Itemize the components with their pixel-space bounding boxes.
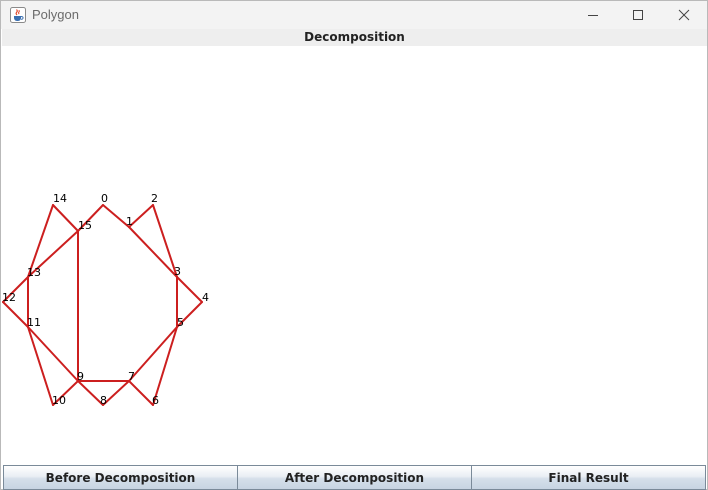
polygon-edge-6-7: [128, 380, 154, 406]
vertex-label-3: 3: [174, 265, 181, 278]
polygon-drawing: 0123456789101112131415: [2, 192, 209, 407]
java-cup-icon: [10, 7, 26, 23]
maximize-button[interactable]: [615, 1, 661, 29]
polygon-edge-10-11: [27, 326, 54, 406]
vertex-label-4: 4: [202, 291, 209, 304]
action-button-bar: Before Decomposition After Decomposition…: [3, 465, 707, 490]
vertex-label-11: 11: [27, 316, 41, 329]
vertex-label-14: 14: [53, 192, 67, 205]
final-result-button[interactable]: Final Result: [471, 465, 706, 490]
vertex-label-0: 0: [101, 192, 108, 205]
panel-title-bar: Decomposition: [2, 29, 707, 46]
vertex-label-5: 5: [177, 316, 184, 329]
vertex-label-1: 1: [126, 215, 133, 228]
title-bar[interactable]: Polygon: [1, 1, 707, 29]
polygon-edge-3-4: [176, 276, 203, 303]
polygon-edge-9-11: [27, 326, 79, 382]
minimize-button[interactable]: [570, 1, 616, 29]
vertex-label-12: 12: [2, 291, 16, 304]
close-button[interactable]: [661, 1, 707, 29]
polygon-edge-1-3: [128, 226, 178, 278]
window-title: Polygon: [32, 7, 79, 22]
maximize-icon: [632, 9, 644, 21]
close-icon: [678, 9, 690, 21]
vertex-label-8: 8: [100, 394, 107, 407]
polygon-edge-5-7: [128, 326, 178, 382]
polygon-edge-14-15: [52, 204, 79, 232]
vertex-label-15: 15: [78, 219, 92, 232]
before-decomposition-button[interactable]: Before Decomposition: [3, 465, 238, 490]
minimize-icon: [587, 9, 599, 21]
vertex-label-6: 6: [152, 394, 159, 407]
after-decomposition-button[interactable]: After Decomposition: [237, 465, 472, 490]
panel-title: Decomposition: [304, 30, 405, 44]
drawing-canvas[interactable]: 0 1 2 3 4 5 6 7 8 9 10 11 12 13 14 15: [2, 46, 707, 464]
vertex-label-10: 10: [52, 394, 66, 407]
polygon-edge-11-12: [2, 301, 29, 328]
vertex-label-2: 2: [151, 192, 158, 205]
application-window: Polygon Decomposition 0 12 3 4 5 6 7 8 9 10 11 12…: [0, 0, 708, 490]
vertex-label-9: 9: [77, 370, 84, 383]
vertex-label-7: 7: [128, 370, 135, 383]
vertex-label-13: 13: [27, 266, 41, 279]
